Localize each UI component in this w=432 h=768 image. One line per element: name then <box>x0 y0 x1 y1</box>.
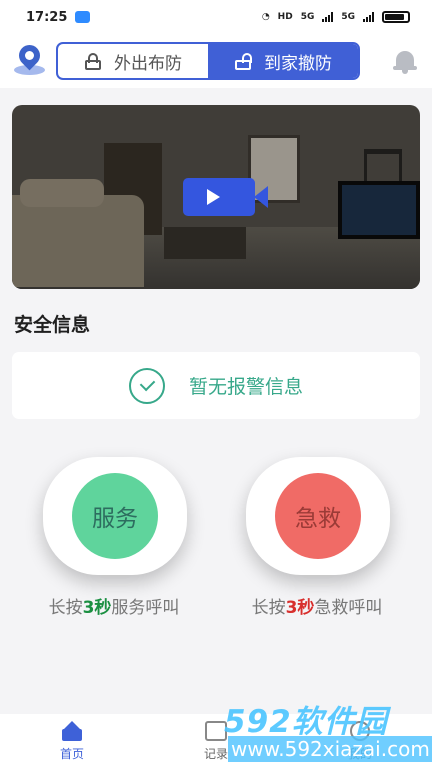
location-pin-icon[interactable] <box>12 40 48 79</box>
room-table <box>164 227 246 259</box>
emergency-caption-duration: 3秒 <box>285 598 315 618</box>
security-mode-switch: 外出布防 到家撤防 <box>56 42 360 80</box>
emergency-circle: 急救 <box>275 473 361 559</box>
away-arm-label: 外出布防 <box>114 53 182 74</box>
camera-play-icon[interactable] <box>183 178 268 216</box>
unlock-icon <box>234 52 252 70</box>
tab-home-label: 首页 <box>59 746 84 761</box>
room-sofa <box>12 179 144 287</box>
home-disarm-button[interactable]: 到家撤防 <box>208 44 358 78</box>
hd-badge: HD <box>277 12 293 22</box>
tab-profile-label: 我的 <box>347 746 372 761</box>
lock-icon <box>84 52 102 70</box>
camera-video-preview[interactable] <box>12 105 420 289</box>
record-icon <box>205 720 227 741</box>
bell-icon[interactable] <box>390 46 420 76</box>
signal-label-2: 5G <box>341 12 355 22</box>
app-status-icon <box>75 11 91 23</box>
status-left: 17:25 <box>26 9 91 25</box>
emergency-call-caption: 长按3秒急救呼叫 <box>222 593 412 618</box>
service-caption-duration: 3秒 <box>82 598 112 618</box>
service-call-button[interactable]: 服务 <box>43 457 187 575</box>
bottom-tab-bar: 首页 记录 我的 <box>0 714 432 768</box>
away-arm-button[interactable]: 外出布防 <box>58 44 208 78</box>
security-info-title: 安全信息 <box>14 314 91 336</box>
tab-records[interactable]: 记录 <box>171 717 261 765</box>
signal-strength-icon-2 <box>363 12 374 22</box>
no-alarm-message: 暂无报警信息 <box>188 376 303 398</box>
signal-label-1: 5G <box>300 12 315 22</box>
alarm-status-card: 暂无报警信息 <box>12 352 420 419</box>
service-call-caption: 长按3秒服务呼叫 <box>19 593 209 618</box>
home-icon <box>61 720 83 741</box>
status-right: ◔ HD 5G 5G <box>262 11 410 23</box>
tab-profile[interactable]: 我的 <box>315 717 405 765</box>
room-tv <box>338 181 420 239</box>
user-icon <box>350 720 370 741</box>
battery-icon <box>382 11 410 23</box>
tab-records-label: 记录 <box>203 746 228 761</box>
check-circle-icon <box>128 367 165 404</box>
emergency-call-button[interactable]: 急救 <box>246 457 390 575</box>
status-bar: 17:25 ◔ HD 5G 5G <box>0 0 432 34</box>
alarm-icon: ◔ <box>261 12 270 22</box>
tab-home[interactable]: 首页 <box>27 717 117 765</box>
service-caption-prefix: 长按 <box>48 598 83 618</box>
signal-strength-icon <box>322 12 334 22</box>
service-caption-suffix: 服务呼叫 <box>111 598 180 618</box>
service-circle: 服务 <box>72 473 158 559</box>
top-header: 外出布防 到家撤防 <box>0 34 432 88</box>
emergency-caption-suffix: 急救呼叫 <box>314 598 383 618</box>
home-disarm-label: 到家撤防 <box>264 53 332 74</box>
status-time: 17:25 <box>26 9 68 25</box>
emergency-caption-prefix: 长按 <box>251 598 286 618</box>
